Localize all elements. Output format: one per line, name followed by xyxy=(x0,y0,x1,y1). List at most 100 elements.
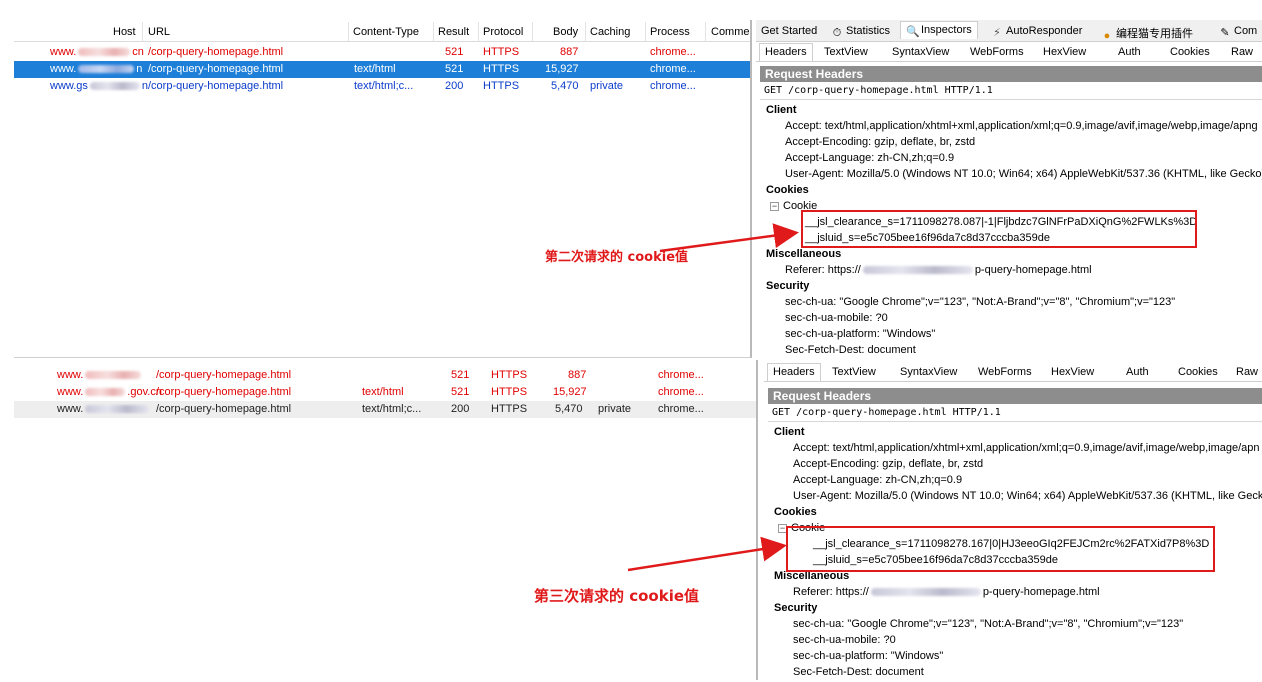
group-client: Client xyxy=(766,104,797,116)
col-process[interactable]: Process xyxy=(650,26,690,38)
process-cell: chrome... xyxy=(658,403,704,415)
host-cell: www.gs n xyxy=(50,80,149,92)
tab-cookies[interactable]: Cookies xyxy=(1164,43,1216,61)
header-sec-ch-ua-mobile[interactable]: sec-ch-ua-mobile: ?0 xyxy=(793,634,896,646)
result-cell: 521 xyxy=(451,369,470,381)
table-row[interactable]: www. /corp-query-homepage.html 521 HTTPS… xyxy=(14,367,756,384)
process-cell: chrome... xyxy=(658,386,704,398)
tab-webforms[interactable]: WebForms xyxy=(964,43,1030,61)
table-row[interactable]: www. /corp-query-homepage.html text/html… xyxy=(14,401,756,418)
header-sec-fetch-dest[interactable]: Sec-Fetch-Dest: document xyxy=(785,344,916,356)
collapse-icon[interactable]: − xyxy=(770,201,779,211)
composer-tab[interactable]: ✎ Com xyxy=(1214,23,1262,41)
bottom-inspector-tabs: Headers TextView SyntaxView WebForms Hex… xyxy=(764,362,1262,382)
tab-cookies[interactable]: Cookies xyxy=(1172,363,1224,381)
group-security: Security xyxy=(774,602,818,614)
request-headers-title: Request Headers xyxy=(768,388,1262,404)
col-content-type[interactable]: Content-Type xyxy=(353,26,419,38)
tab-auth[interactable]: Auth xyxy=(1112,43,1147,61)
table-row[interactable]: www. cn /corp-query-homepage.html 521 HTT… xyxy=(14,44,750,61)
bottom-annotation: 第三次请求的 cookie值 xyxy=(534,587,700,605)
col-url[interactable]: URL xyxy=(148,26,170,38)
process-cell: chrome... xyxy=(658,369,704,381)
bottom-session-list: www. /corp-query-homepage.html 521 HTTPS… xyxy=(14,360,758,680)
tab-textview[interactable]: TextView xyxy=(818,43,874,61)
result-cell: 521 xyxy=(451,386,470,398)
compose-icon: ✎ xyxy=(1220,27,1230,39)
host-cell: www. cn xyxy=(50,46,144,58)
get-started-tab[interactable]: Get Started xyxy=(756,23,822,41)
col-body[interactable]: Body xyxy=(553,26,578,38)
header-sec-ch-ua-platform[interactable]: sec-ch-ua-platform: "Windows" xyxy=(785,328,935,340)
url-cell: /corp-query-homepage.html xyxy=(148,46,284,58)
tab-webforms[interactable]: WebForms xyxy=(972,363,1038,381)
statistics-tab[interactable]: ⏱ Statistics xyxy=(826,23,895,41)
header-sec-ch-ua[interactable]: sec-ch-ua: "Google Chrome";v="123", "Not… xyxy=(793,618,1183,630)
inspectors-tab[interactable]: 🔍Inspectors xyxy=(900,21,978,39)
col-caching[interactable]: Caching xyxy=(590,26,630,38)
tab-raw[interactable]: Raw xyxy=(1230,363,1262,381)
url-cell: /corp-query-homepage.html xyxy=(148,63,284,75)
group-security: Security xyxy=(766,280,810,292)
tab-raw[interactable]: Raw xyxy=(1225,43,1260,61)
content-type-cell: text/html;c... xyxy=(354,80,414,92)
header-sec-ch-ua-platform[interactable]: sec-ch-ua-platform: "Windows" xyxy=(793,650,943,662)
tab-headers[interactable]: Headers xyxy=(767,363,821,381)
header-sec-fetch-dest[interactable]: Sec-Fetch-Dest: document xyxy=(793,666,924,678)
header-accept-encoding[interactable]: Accept-Encoding: gzip, deflate, br, zstd xyxy=(785,136,975,148)
header-sec-ch-ua[interactable]: sec-ch-ua: "Google Chrome";v="123", "Not… xyxy=(785,296,1175,308)
result-cell: 200 xyxy=(451,403,470,415)
body-cell: 5,470 xyxy=(555,403,583,415)
header-accept-language[interactable]: Accept-Language: zh-CN,zh;q=0.9 xyxy=(785,152,954,164)
tab-syntaxview[interactable]: SyntaxView xyxy=(886,43,956,61)
tab-hexview[interactable]: HexView xyxy=(1037,43,1093,61)
header-sec-ch-ua-mobile[interactable]: sec-ch-ua-mobile: ?0 xyxy=(785,312,888,324)
host-cell: www. n xyxy=(50,63,143,75)
bottom-cookie-highlight xyxy=(786,526,1215,572)
process-cell: chrome... xyxy=(650,63,696,75)
magnifier-icon: 🔍 xyxy=(906,26,920,38)
body-cell: 15,927 xyxy=(553,386,587,398)
tab-auth[interactable]: Auth xyxy=(1120,363,1155,381)
tab-syntaxview[interactable]: SyntaxView xyxy=(894,363,964,381)
url-cell: /corp-query-homepage.html xyxy=(156,386,292,398)
header-user-agent[interactable]: User-Agent: Mozilla/5.0 (Windows NT 10.0… xyxy=(793,490,1262,502)
cat-plugin-tab[interactable]: ● 编程猫专用插件 xyxy=(1096,23,1198,42)
lightning-icon: ⚡ xyxy=(993,27,1001,39)
body-cell: 5,470 xyxy=(551,80,579,92)
protocol-cell: HTTPS xyxy=(491,369,528,381)
header-accept-encoding[interactable]: Accept-Encoding: gzip, deflate, br, zstd xyxy=(793,458,983,470)
table-row[interactable]: www.gs n /corp-query-homepage.html text/h… xyxy=(14,78,750,95)
request-line: GET /corp-query-homepage.html HTTP/1.1 xyxy=(768,404,1262,422)
header-accept-language[interactable]: Accept-Language: zh-CN,zh;q=0.9 xyxy=(793,474,962,486)
table-row-selected[interactable]: www. n /corp-query-homepage.html text/htm… xyxy=(14,61,750,78)
tab-headers[interactable]: Headers xyxy=(759,43,813,61)
result-cell: 200 xyxy=(445,80,464,92)
header-referer[interactable]: Referer: https://p-query-homepage.html xyxy=(785,264,1092,276)
url-cell: /corp-query-homepage.html xyxy=(148,80,284,92)
tab-hexview[interactable]: HexView xyxy=(1045,363,1101,381)
body-cell: 887 xyxy=(568,369,587,381)
process-cell: chrome... xyxy=(650,80,696,92)
plugin-icon: ● xyxy=(1103,30,1111,42)
autoresponder-tab[interactable]: ⚡ AutoResponder xyxy=(986,23,1087,41)
tab-textview[interactable]: TextView xyxy=(826,363,882,381)
col-protocol[interactable]: Protocol xyxy=(483,26,523,38)
top-inspector-tabs: Headers TextView SyntaxView WebForms Hex… xyxy=(756,42,1262,62)
top-annotation: 第二次请求的 cookie值 xyxy=(545,250,689,265)
table-row[interactable]: www. .gov.cn /corp-query-homepage.html te… xyxy=(14,384,756,401)
host-cell: www. xyxy=(57,369,143,381)
header-accept[interactable]: Accept: text/html,application/xhtml+xml,… xyxy=(793,442,1260,454)
header-accept[interactable]: Accept: text/html,application/xhtml+xml,… xyxy=(785,120,1258,132)
header-user-agent[interactable]: User-Agent: Mozilla/5.0 (Windows NT 10.0… xyxy=(785,168,1262,180)
col-host[interactable]: Host xyxy=(113,26,136,38)
col-comments[interactable]: Commen xyxy=(711,26,750,38)
host-cell: www. .gov.cn xyxy=(57,386,162,398)
header-referer[interactable]: Referer: https://p-query-homepage.html xyxy=(793,586,1100,598)
top-cookie-highlight xyxy=(801,210,1197,248)
col-result[interactable]: Result xyxy=(438,26,469,38)
top-main-toolbar: Get Started ⏱ Statistics 🔍Inspectors ⚡ Aut… xyxy=(756,20,1262,42)
top-inspector: Get Started ⏱ Statistics 🔍Inspectors ⚡ Aut… xyxy=(756,20,1262,358)
result-cell: 521 xyxy=(445,46,464,58)
caching-cell: private xyxy=(598,403,632,415)
